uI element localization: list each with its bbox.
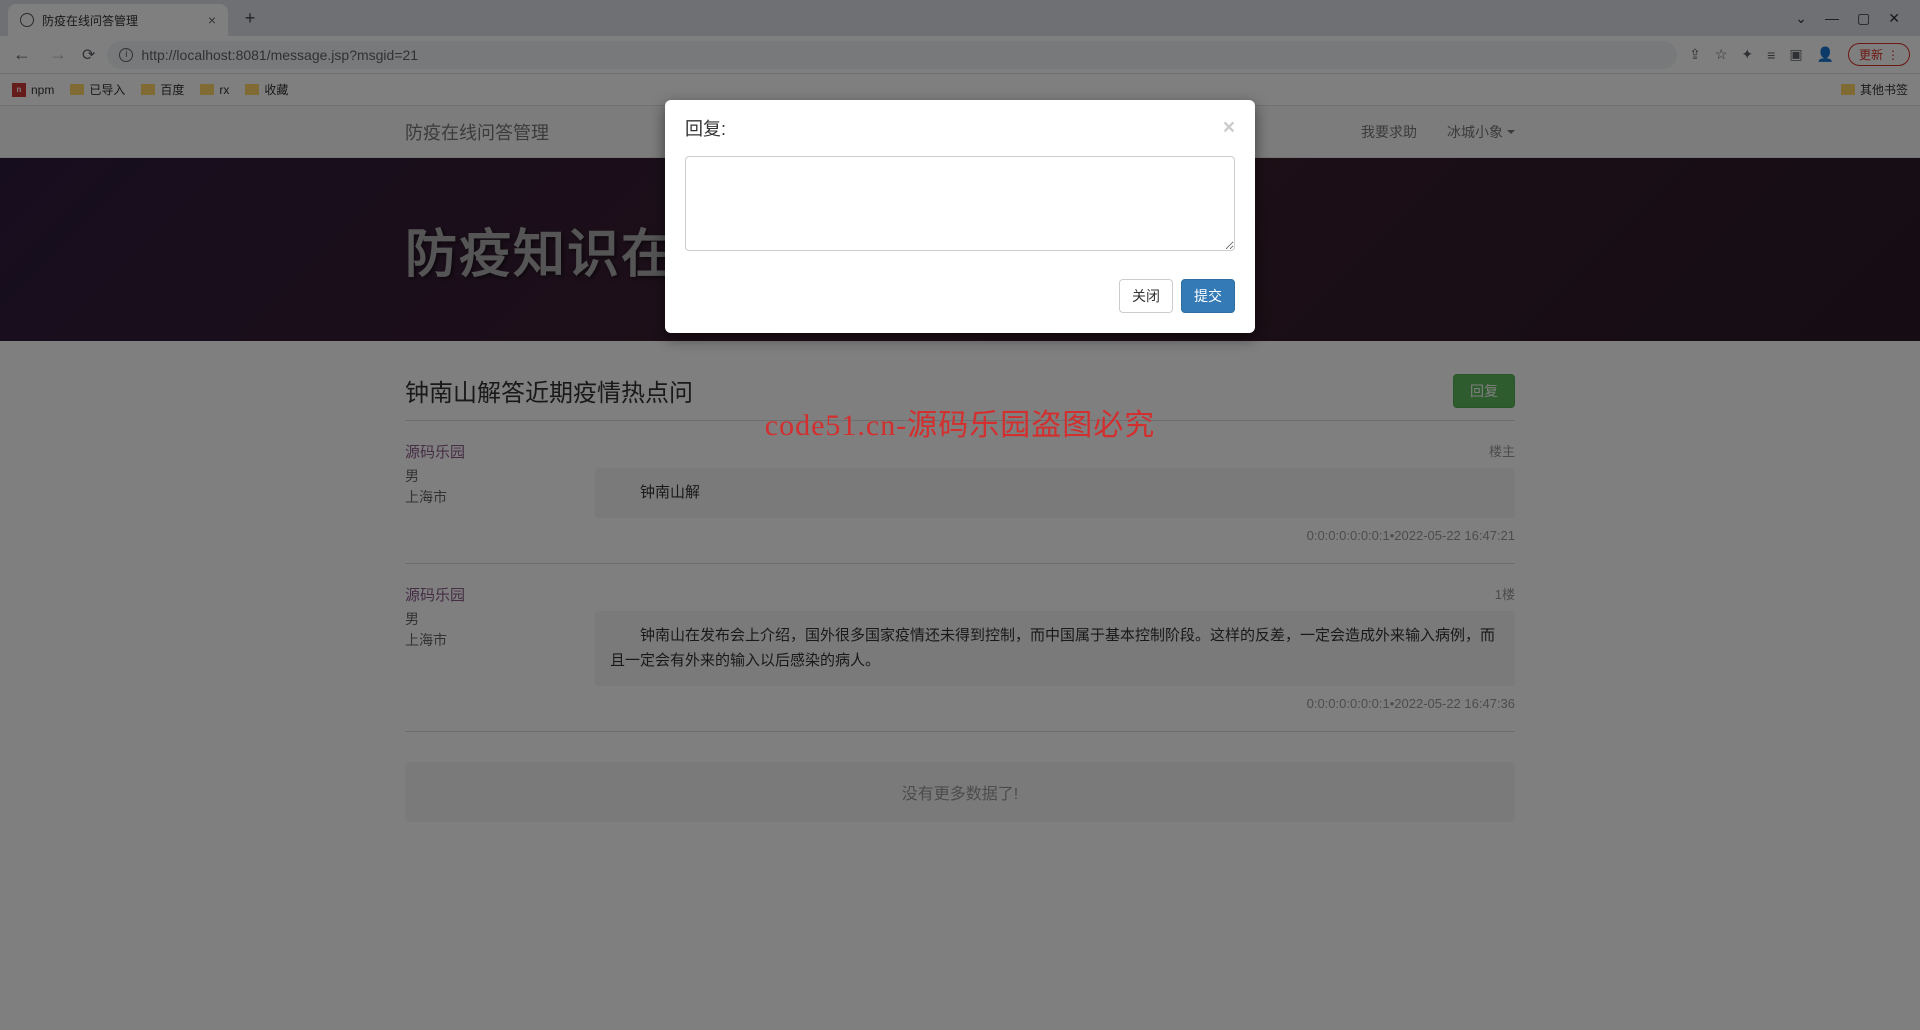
reply-textarea[interactable] [685, 156, 1235, 251]
modal-title: 回复: [685, 115, 726, 141]
modal-header: 回复: × [665, 100, 1255, 156]
modal-close-btn[interactable]: 关闭 [1119, 279, 1173, 313]
modal-submit-btn[interactable]: 提交 [1181, 279, 1235, 313]
reply-modal: 回复: × 关闭 提交 [0, 0, 1920, 1030]
modal-footer: 关闭 提交 [665, 269, 1255, 333]
modal-close-button[interactable]: × [1223, 116, 1235, 140]
modal-dialog: 回复: × 关闭 提交 [665, 100, 1255, 333]
modal-body [665, 156, 1255, 269]
